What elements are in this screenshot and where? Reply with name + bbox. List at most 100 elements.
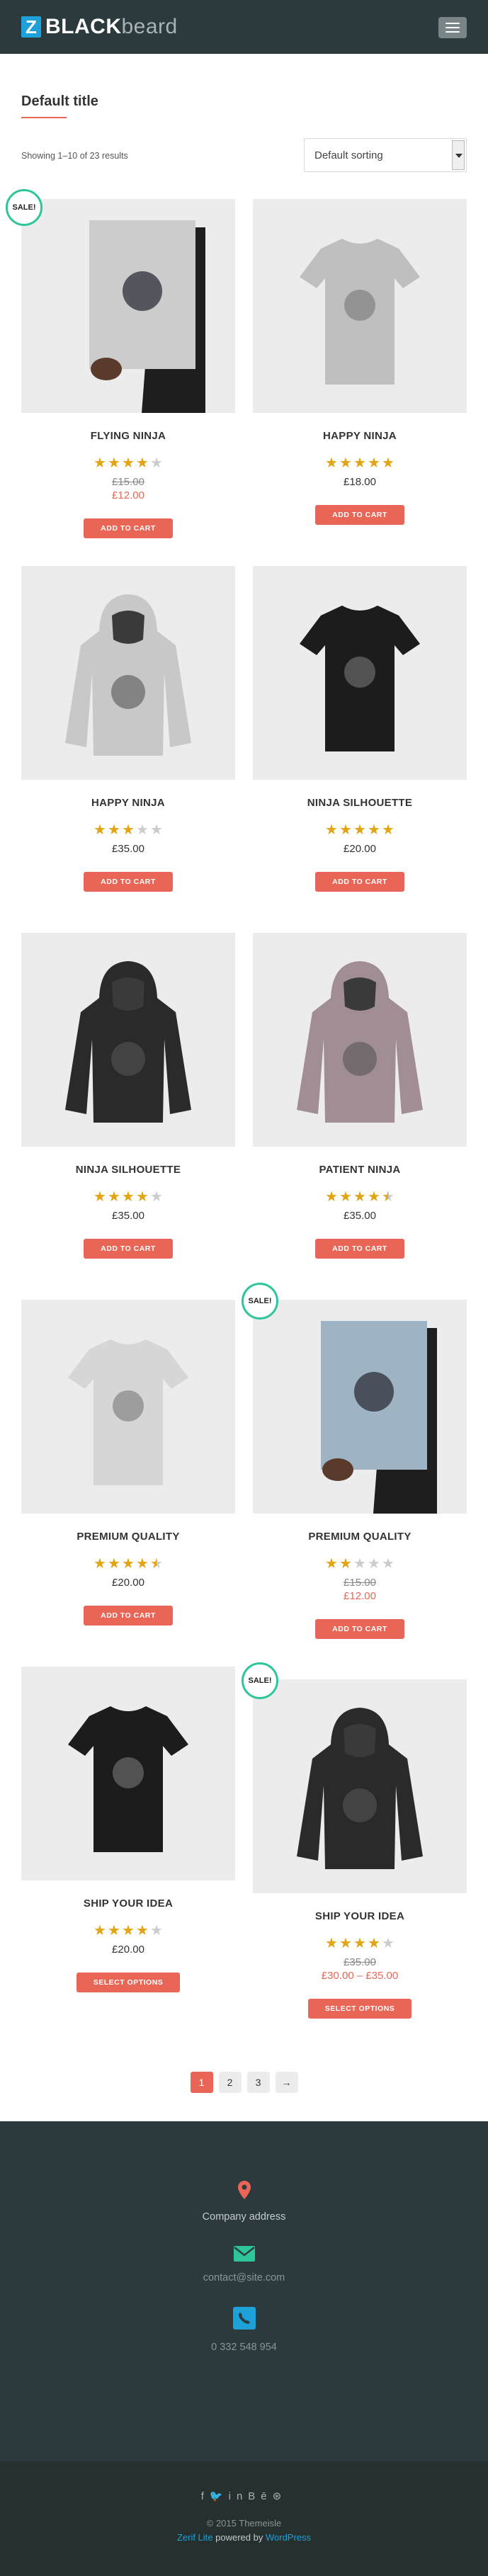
star-icon: ★ — [353, 822, 366, 838]
add-to-cart-button[interactable]: ADD TO CART — [315, 505, 404, 525]
product-card: PATIENT NINJA ★ ★ ★ ★ ★ £35.00 ADD TO CART — [253, 933, 467, 1259]
chevron-down-icon[interactable] — [452, 140, 465, 170]
add-to-cart-button[interactable]: ADD TO CART — [315, 1239, 404, 1259]
product-price: £20.00 — [344, 843, 376, 855]
star-rating: ★ ★ ★ ★ ★ — [21, 1557, 235, 1571]
star-icon: ★ — [339, 1936, 352, 1951]
add-to-cart-button[interactable]: ADD TO CART — [315, 1619, 404, 1639]
add-to-cart-button[interactable]: SELECT OPTIONS — [307, 1999, 412, 2019]
star-icon: ★ — [150, 1189, 163, 1205]
product-name[interactable]: SHIP YOUR IDEA — [21, 1897, 235, 1910]
add-to-cart-button[interactable]: ADD TO CART — [84, 872, 173, 892]
add-to-cart-button[interactable]: ADD TO CART — [84, 1606, 173, 1625]
address-block: Company address — [0, 2181, 488, 2223]
credit-line: Zerif Lite powered by WordPress — [0, 2532, 488, 2543]
product-price: £20.00 — [112, 1944, 144, 1956]
orderby-select[interactable]: Default sorting — [304, 138, 467, 172]
phone-block: 0 332 548 954 — [0, 2307, 488, 2353]
product-name[interactable]: PREMIUM QUALITY — [21, 1531, 235, 1543]
page-link-1[interactable]: 1 — [190, 2072, 213, 2093]
twitter-icon[interactable]: 🐦 — [210, 2490, 229, 2502]
phone-icon — [232, 2307, 256, 2330]
sale-badge: SALE! — [242, 1283, 278, 1320]
star-icon: ★ — [150, 822, 163, 838]
social-links: f🐦inBē⊛ — [0, 2490, 488, 2502]
product-name[interactable]: NINJA SILHOUETTE — [21, 1164, 235, 1176]
hamburger-icon — [446, 23, 460, 24]
product-name[interactable]: NINJA SILHOUETTE — [253, 797, 467, 809]
product-image[interactable] — [21, 199, 235, 413]
product-card: NINJA SILHOUETTE ★ ★ ★ ★ ★ £20.00 ADD TO CART — [253, 566, 467, 892]
star-icon: ★ — [93, 455, 106, 471]
add-to-cart-button[interactable]: ADD TO CART — [315, 872, 404, 892]
star-icon: ★ — [122, 1923, 135, 1939]
product-image[interactable] — [21, 1300, 235, 1514]
linkedin-icon[interactable]: in — [229, 2490, 249, 2502]
product-name[interactable]: HAPPY NINJA — [21, 797, 235, 809]
product-image[interactable] — [253, 1679, 467, 1893]
product-name[interactable]: SHIP YOUR IDEA — [253, 1910, 467, 1922]
product-image[interactable] — [253, 566, 467, 780]
add-to-cart-button[interactable]: ADD TO CART — [84, 518, 173, 538]
site-header: Z BLACK beard — [0, 0, 488, 54]
product-image[interactable] — [253, 933, 467, 1147]
menu-toggle-button[interactable] — [438, 17, 467, 38]
product-image[interactable] — [253, 199, 467, 413]
behance-icon[interactable]: Bē — [248, 2490, 272, 2502]
star-rating: ★ ★ ★ ★ ★ — [21, 1190, 235, 1204]
site-logo[interactable]: Z BLACK beard — [21, 14, 178, 40]
star-icon: ★ — [108, 822, 120, 838]
theme-link[interactable]: Zerif Lite — [177, 2532, 213, 2543]
star-icon: ★ — [93, 1923, 106, 1939]
product-name[interactable]: FLYING NINJA — [21, 430, 235, 442]
sale-badge: SALE! — [242, 1662, 278, 1699]
facebook-icon[interactable]: f — [201, 2490, 210, 2502]
product-image[interactable] — [21, 1667, 235, 1880]
wordpress-link[interactable]: WordPress — [266, 2532, 311, 2543]
star-rating: ★ ★ ★ ★ ★ — [253, 1557, 467, 1571]
star-icon: ★ — [108, 1556, 120, 1572]
sale-badge: SALE! — [6, 189, 42, 226]
product-card: SHIP YOUR IDEA ★ ★ ★ ★ ★ £20.00 SELECT OPTIONS — [21, 1667, 235, 1992]
star-icon: ★ — [122, 455, 135, 471]
footer-bottom: f🐦inBē⊛ © 2015 Themeisle Zerif Lite powe… — [0, 2461, 488, 2576]
star-icon: ★ — [382, 1189, 395, 1205]
page-link-2[interactable]: 2 — [218, 2072, 242, 2093]
star-icon: ★ — [93, 1556, 106, 1572]
product-name[interactable]: HAPPY NINJA — [253, 430, 467, 442]
next-page-arrow-icon[interactable]: → — [275, 2072, 298, 2093]
star-icon: ★ — [150, 1923, 163, 1939]
logo-text-light: beard — [121, 15, 178, 38]
product-name[interactable]: PATIENT NINJA — [253, 1164, 467, 1176]
star-icon: ★ — [136, 1556, 149, 1572]
star-icon: ★ — [136, 1189, 149, 1205]
add-to-cart-button[interactable]: SELECT OPTIONS — [76, 1973, 181, 1992]
star-icon: ★ — [108, 1923, 120, 1939]
star-icon: ★ — [136, 822, 149, 838]
star-icon: ★ — [325, 1189, 338, 1205]
star-icon: ★ — [382, 455, 395, 471]
dribbble-icon[interactable]: ⊛ — [273, 2490, 288, 2502]
contact-phone[interactable]: 0 332 548 954 — [0, 2342, 488, 2353]
page-link-3[interactable]: 3 — [246, 2072, 270, 2093]
site-footer: Company address contact@site.com 0 332 5… — [0, 2121, 488, 2461]
title-underline — [21, 117, 67, 118]
star-icon: ★ — [382, 1936, 395, 1951]
star-icon: ★ — [339, 1189, 352, 1205]
product-name[interactable]: PREMIUM QUALITY — [253, 1531, 467, 1543]
product-image[interactable] — [253, 1300, 467, 1514]
product-card: SALE! SHIP YOUR IDEA ★ ★ ★ ★ ★ £35.00 £30.00 – £… — [242, 1662, 467, 2019]
logo-text-bold: BLACK — [45, 15, 122, 38]
product-card: NINJA SILHOUETTE ★ ★ ★ ★ ★ £35.00 ADD TO CART — [21, 933, 235, 1259]
star-icon: ★ — [353, 1189, 366, 1205]
star-icon: ★ — [368, 1189, 380, 1205]
sale-price: £12.00 — [344, 1590, 376, 1602]
email-block: contact@site.com — [0, 2246, 488, 2283]
star-icon: ★ — [93, 822, 106, 838]
product-image[interactable] — [21, 933, 235, 1147]
product-image[interactable] — [21, 566, 235, 780]
star-icon: ★ — [368, 455, 380, 471]
add-to-cart-button[interactable]: ADD TO CART — [84, 1239, 173, 1259]
contact-email[interactable]: contact@site.com — [0, 2272, 488, 2283]
result-count: Showing 1–10 of 23 results — [21, 151, 128, 161]
